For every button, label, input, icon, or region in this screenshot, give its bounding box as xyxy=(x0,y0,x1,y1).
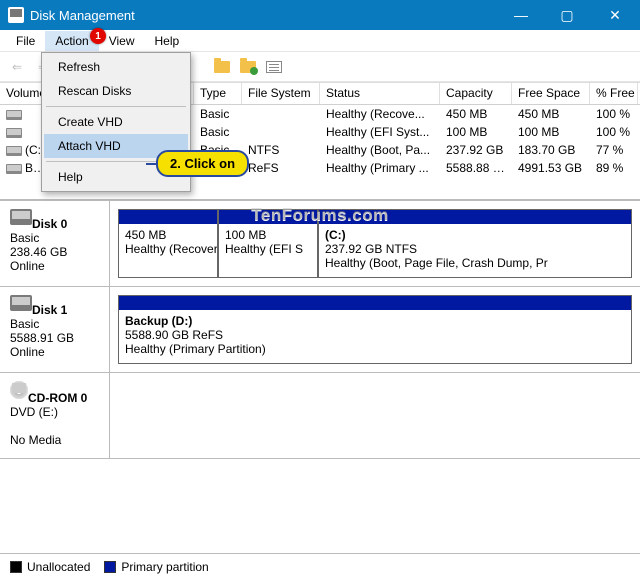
partition-stripe xyxy=(219,210,317,224)
partition-stripe xyxy=(319,210,631,224)
disk-partitions: Backup (D:)5588.90 GB ReFSHealthy (Prima… xyxy=(110,287,640,372)
callout-bubble: 2. Click on xyxy=(156,150,249,177)
back-button: ⇐ xyxy=(6,56,28,78)
menu-separator xyxy=(46,106,186,107)
legend-swatch-black xyxy=(10,561,22,573)
menu-help[interactable]: Help xyxy=(145,31,190,51)
menu-bar: File Action View Help 1 xyxy=(0,30,640,52)
col-pctfree[interactable]: % Free xyxy=(590,83,638,104)
refresh-icon[interactable] xyxy=(211,56,233,78)
disk-partitions xyxy=(110,373,640,458)
partition[interactable]: (C:)237.92 GB NTFSHealthy (Boot, Page Fi… xyxy=(318,209,632,278)
disk-graph-area: Disk 0Basic238.46 GBOnline450 MBHealthy … xyxy=(0,201,640,553)
title-bar: Disk Management — ▢ ✕ xyxy=(0,0,640,30)
col-filesystem[interactable]: File System xyxy=(242,83,320,104)
disk-row: Disk 0Basic238.46 GBOnline450 MBHealthy … xyxy=(0,201,640,287)
partition[interactable]: 450 MBHealthy (Recovery xyxy=(118,209,218,278)
folder-icon xyxy=(214,61,230,73)
close-button[interactable]: ✕ xyxy=(590,0,640,30)
list-icon xyxy=(266,61,282,73)
action-icon[interactable] xyxy=(237,56,259,78)
disk-row: CD-ROM 0DVD (E:)No Media xyxy=(0,373,640,459)
legend-swatch-blue xyxy=(104,561,116,573)
folder-refresh-icon xyxy=(240,61,256,73)
disk-info[interactable]: Disk 0Basic238.46 GBOnline xyxy=(0,201,110,286)
maximize-button[interactable]: ▢ xyxy=(544,0,590,30)
volume-icon xyxy=(6,146,22,156)
partition[interactable]: Backup (D:)5588.90 GB ReFSHealthy (Prima… xyxy=(118,295,632,364)
window-title: Disk Management xyxy=(30,8,498,23)
legend-primary-label: Primary partition xyxy=(121,560,208,574)
col-free[interactable]: Free Space xyxy=(512,83,590,104)
partition-stripe xyxy=(119,210,217,224)
legend-unallocated-label: Unallocated xyxy=(27,560,90,574)
menu-create-vhd[interactable]: Create VHD xyxy=(44,110,188,134)
menu-refresh[interactable]: Refresh xyxy=(44,55,188,79)
menu-rescan-disks[interactable]: Rescan Disks xyxy=(44,79,188,103)
menu-file[interactable]: File xyxy=(6,31,45,51)
cdrom-icon xyxy=(10,381,28,399)
disk-icon xyxy=(10,295,32,311)
partition[interactable]: 100 MBHealthy (EFI S xyxy=(218,209,318,278)
legend-unallocated: Unallocated xyxy=(10,560,90,574)
list-icon-button[interactable] xyxy=(263,56,285,78)
volume-icon xyxy=(6,128,22,138)
volume-icon xyxy=(6,164,22,174)
col-type[interactable]: Type xyxy=(194,83,242,104)
volume-icon xyxy=(6,110,22,120)
minimize-button[interactable]: — xyxy=(498,0,544,30)
disk-partitions: 450 MBHealthy (Recovery100 MBHealthy (EF… xyxy=(110,201,640,286)
legend: Unallocated Primary partition xyxy=(0,553,640,579)
col-capacity[interactable]: Capacity xyxy=(440,83,512,104)
disk-row: Disk 1Basic5588.91 GBOnlineBackup (D:)55… xyxy=(0,287,640,373)
partition-stripe xyxy=(119,296,631,310)
legend-primary: Primary partition xyxy=(104,560,208,574)
window-controls: — ▢ ✕ xyxy=(498,0,640,30)
app-icon xyxy=(8,7,24,23)
disk-icon xyxy=(10,209,32,225)
disk-info[interactable]: CD-ROM 0DVD (E:)No Media xyxy=(0,373,110,458)
col-status[interactable]: Status xyxy=(320,83,440,104)
disk-info[interactable]: Disk 1Basic5588.91 GBOnline xyxy=(0,287,110,372)
annotation-marker-1: 1 xyxy=(90,28,106,44)
annotation-callout: 2. Click on xyxy=(156,150,249,177)
